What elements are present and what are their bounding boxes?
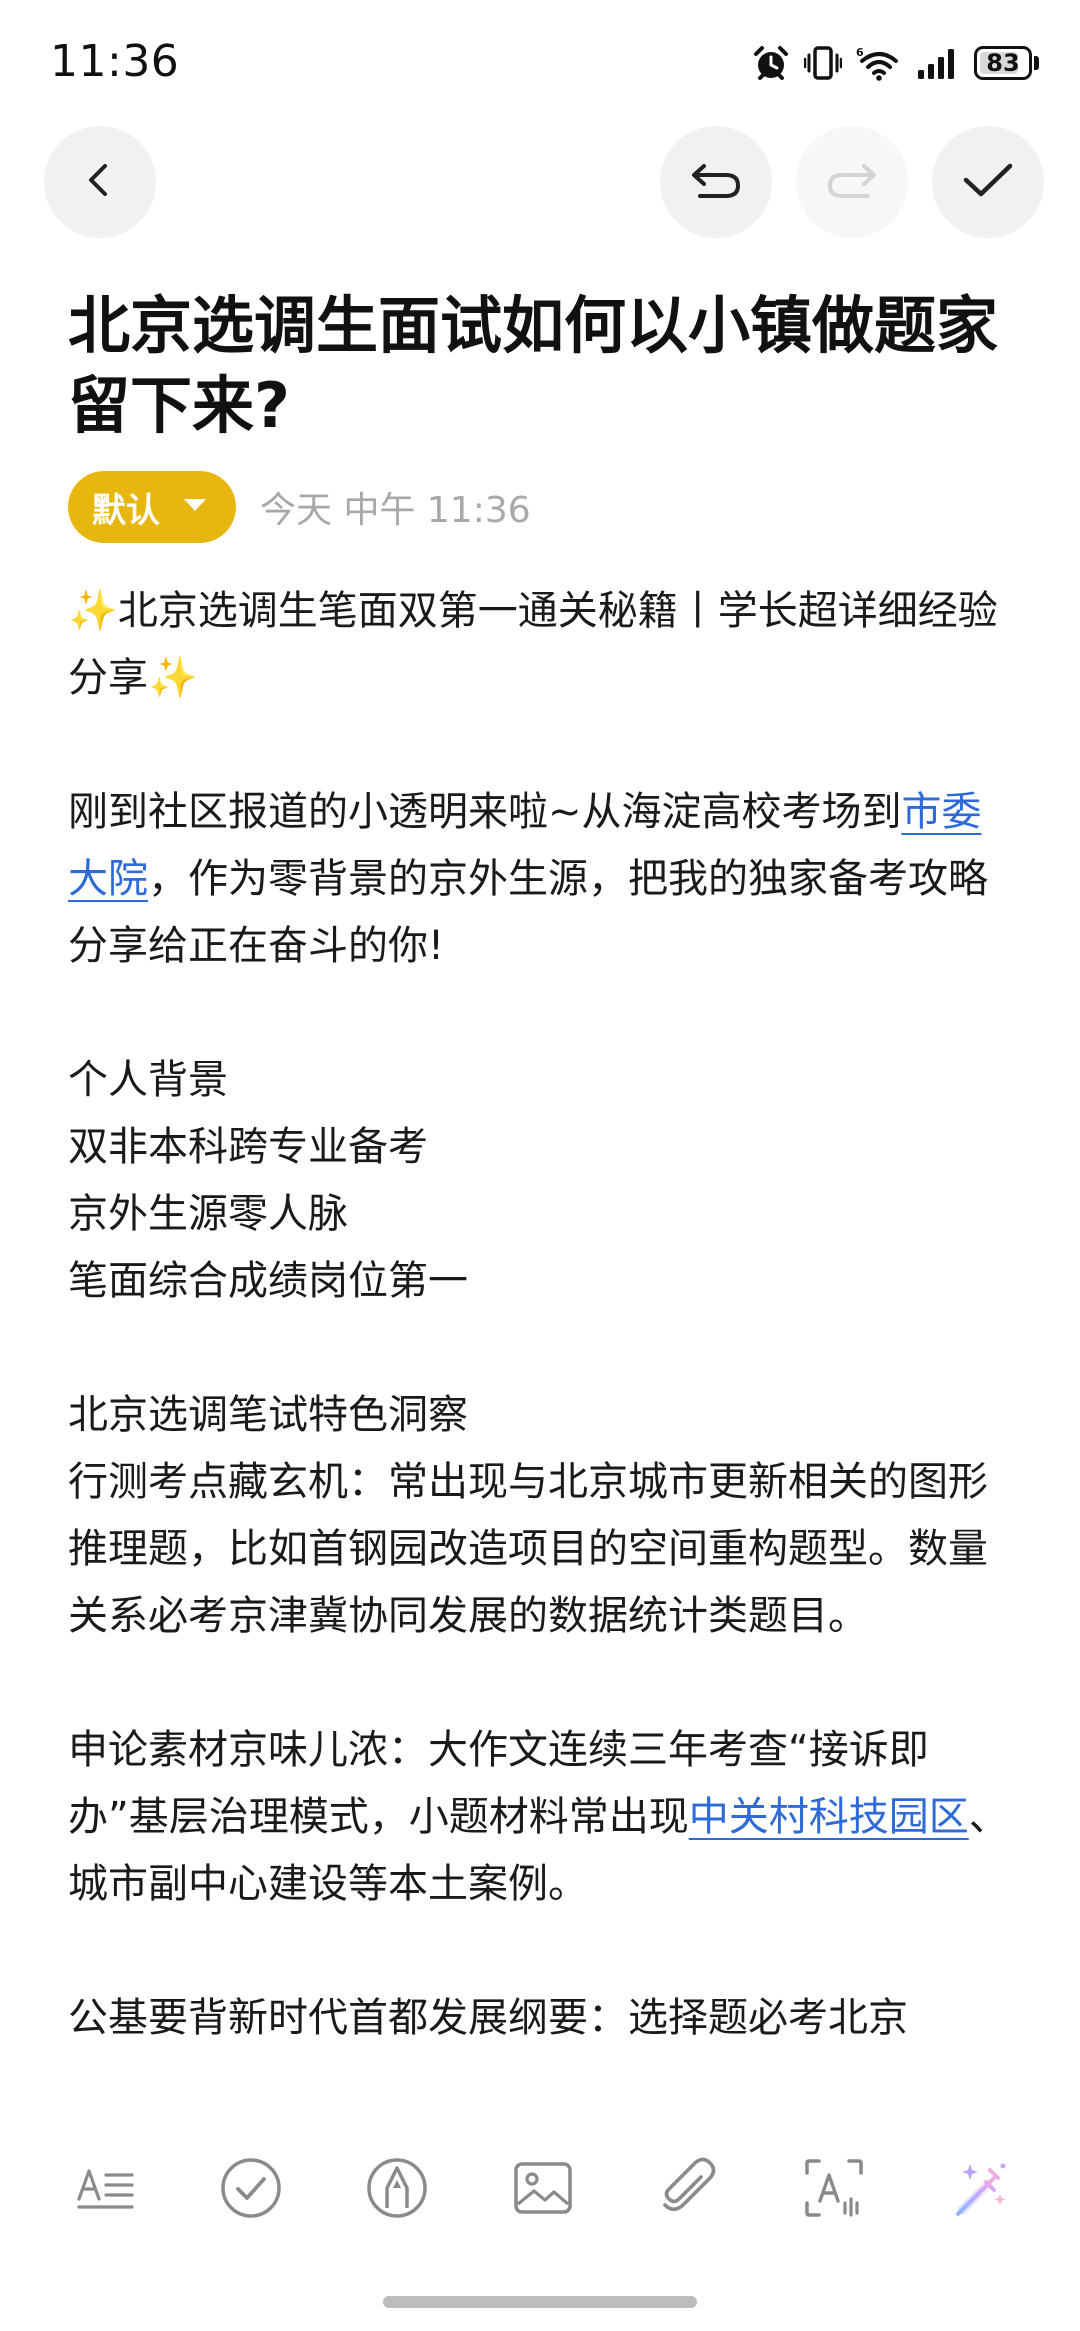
undo-icon [686, 158, 746, 206]
background-item: 笔面综合成绩岗位第一 [68, 1258, 468, 1304]
body-heading: ✨北京选调生笔面双第一通关秘籍丨学长超详细经验分享✨ [68, 578, 1018, 712]
essay-link[interactable]: 中关村科技园区 [689, 1794, 969, 1840]
attachment-icon [657, 2157, 719, 2223]
essay-paragraph: 申论素材京味儿浓：大作文连续三年考查“接诉即办”基层治理模式，小题材料常出现中关… [68, 1717, 1018, 1918]
ai-magic-icon [948, 2156, 1012, 2224]
done-button[interactable] [932, 126, 1044, 238]
format-toolbar [0, 2140, 1080, 2240]
intro-text-start: 刚到社区报道的小透明来啦~从海淀高校考场到 [68, 789, 902, 835]
folder-label: 默认 [92, 490, 160, 531]
ai-magic-button[interactable] [935, 2140, 1025, 2240]
exam-heading: 北京选调笔试特色洞察 [68, 1392, 468, 1438]
svg-text:6: 6 [856, 46, 864, 59]
folder-selector[interactable]: 默认 [68, 471, 236, 543]
back-icon [78, 158, 122, 206]
heading-text: 北京选调生笔面双第一通关秘籍丨学长超详细经验分享 [68, 588, 998, 701]
note-meta: 默认 今天 中午 11:36 [68, 470, 531, 544]
redo-button[interactable] [796, 126, 908, 238]
note-timestamp: 今天 中午 11:36 [260, 490, 531, 531]
undo-button[interactable] [660, 126, 772, 238]
attachment-button[interactable] [643, 2140, 733, 2240]
exam-paragraph: 行测考点藏玄机：常出现与北京城市更新相关的图形推理题，比如首钢园改造项目的空间重… [68, 1459, 988, 1639]
battery-level-text: 83 [986, 49, 1020, 77]
image-icon [512, 2160, 574, 2220]
pen-icon [365, 2156, 429, 2224]
status-bar: 11:36 6 83 [0, 0, 1080, 120]
background-heading: 个人背景 [68, 1057, 228, 1103]
home-indicator[interactable] [383, 2296, 697, 2308]
editor-toolbar [0, 124, 1080, 240]
sparkle-icon: ✨ [68, 588, 118, 634]
vibrate-icon [804, 44, 842, 82]
text-format-button[interactable] [61, 2140, 151, 2240]
wifi-icon: 6 [856, 44, 902, 82]
handwriting-button[interactable] [352, 2140, 442, 2240]
basic-paragraph: 公基要背新时代首都发展纲要：选择题必考北京 [68, 1995, 908, 2041]
intro-paragraph: 刚到社区报道的小透明来啦~从海淀高校考场到市委大院，作为零背景的京外生源，把我的… [68, 779, 1018, 980]
text-format-icon [76, 2163, 136, 2217]
back-button[interactable] [44, 126, 156, 238]
insert-image-button[interactable] [498, 2140, 588, 2240]
signal-icon [916, 44, 960, 82]
redo-icon [822, 158, 882, 206]
chevron-down-icon [182, 496, 208, 518]
note-title[interactable]: 北京选调生面试如何以小镇做题家留下来? [68, 286, 1028, 446]
note-body[interactable]: ✨北京选调生笔面双第一通关秘籍丨学长超详细经验分享✨ 刚到社区报道的小透明来啦~… [68, 578, 1018, 2113]
status-icons: 6 83 [752, 40, 1040, 86]
background-item: 京外生源零人脉 [68, 1191, 348, 1237]
checklist-button[interactable] [206, 2140, 296, 2240]
check-icon [960, 158, 1016, 206]
background-item: 双非本科跨专业备考 [68, 1124, 428, 1170]
intro-text-end: ，作为零背景的京外生源，把我的独家备考攻略分享给正在奋斗的你! [68, 856, 988, 969]
text-scan-button[interactable] [789, 2140, 879, 2240]
status-time: 11:36 [50, 36, 180, 87]
alarm-icon [752, 44, 790, 82]
checklist-icon [219, 2156, 283, 2224]
sparkle-icon: ✨ [148, 655, 198, 701]
battery-icon: 83 [974, 45, 1040, 81]
text-scan-icon [803, 2157, 865, 2223]
